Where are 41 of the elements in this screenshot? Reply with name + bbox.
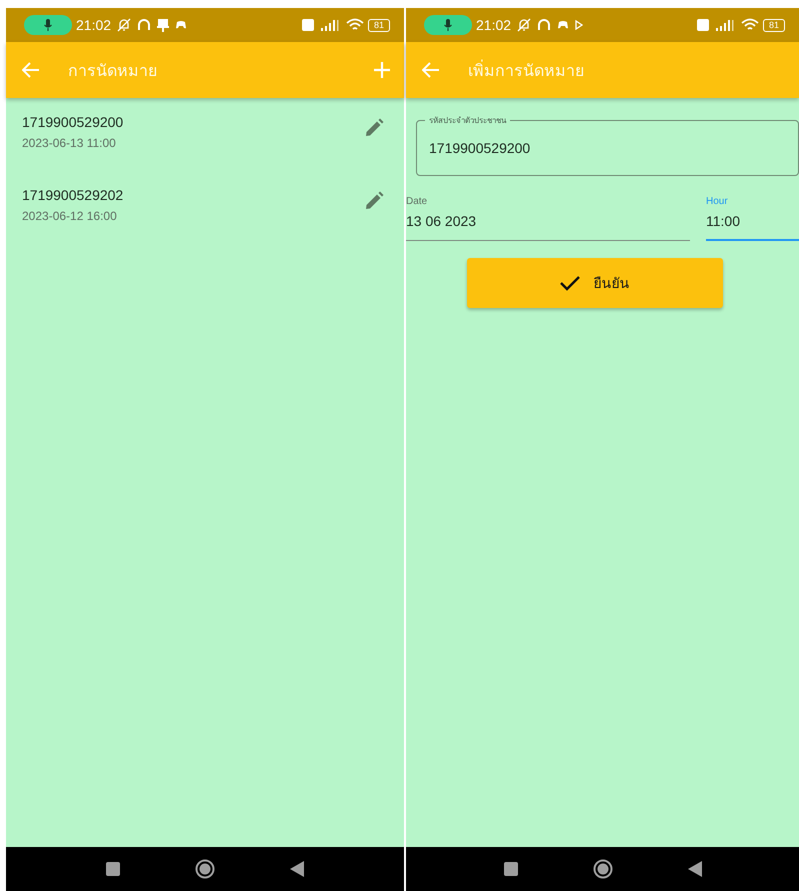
bell-off-icon xyxy=(517,18,532,32)
field-label: Date xyxy=(406,196,428,207)
citizen-id: 1719900529202 xyxy=(22,187,124,203)
gamepad-icon xyxy=(175,20,188,30)
appointment-item[interactable]: 1719900529200 2023-06-13 11:00 xyxy=(6,114,404,187)
app-bar-title: การนัดหมาย xyxy=(68,62,157,82)
battery-indicator: 81 xyxy=(762,18,785,32)
status-time: 21:02 xyxy=(76,17,112,33)
edit-button[interactable] xyxy=(364,118,384,138)
signal-icon xyxy=(714,18,735,32)
bell-off-icon xyxy=(117,18,132,32)
headphones-icon xyxy=(537,18,552,32)
id-field-value: 1719900529200 xyxy=(429,140,530,156)
home-button[interactable] xyxy=(195,859,215,879)
microphone-indicator xyxy=(424,15,472,35)
appointment-datetime: 2023-06-12 16:00 xyxy=(22,209,118,223)
recents-button[interactable] xyxy=(504,862,518,876)
appointment-datetime: 2023-06-13 11:00 xyxy=(22,136,117,150)
play-icon xyxy=(575,20,584,30)
microphone-indicator xyxy=(24,15,72,35)
appointment-item[interactable]: 1719900529202 2023-06-12 16:00 xyxy=(6,187,404,260)
gamepad-icon xyxy=(557,20,570,30)
headphones-icon xyxy=(137,18,152,32)
back-nav-button[interactable] xyxy=(290,861,304,877)
wifi-icon xyxy=(346,18,364,32)
edit-button[interactable] xyxy=(364,191,384,211)
hour-input-field[interactable]: Hour 11:00 xyxy=(706,196,799,241)
battery-indicator: 81 xyxy=(368,18,390,32)
field-value: 11:00 xyxy=(706,213,741,229)
back-nav-button[interactable] xyxy=(688,861,702,877)
wifi-icon xyxy=(740,18,759,32)
citizen-id: 1719900529200 xyxy=(22,114,124,130)
date-input-field[interactable]: Date 13 06 2023 xyxy=(406,196,690,241)
field-value: 13 06 2023 xyxy=(406,213,478,229)
status-time: 21:02 xyxy=(476,17,512,33)
field-label: Hour xyxy=(706,196,729,207)
confirm-button[interactable]: ยืนยัน xyxy=(466,258,722,308)
checkmark-icon xyxy=(560,275,580,291)
home-button[interactable] xyxy=(592,859,612,879)
app-bar-title: เพิ่มการนัดหมาย xyxy=(468,58,584,82)
signal-icon xyxy=(320,18,340,32)
